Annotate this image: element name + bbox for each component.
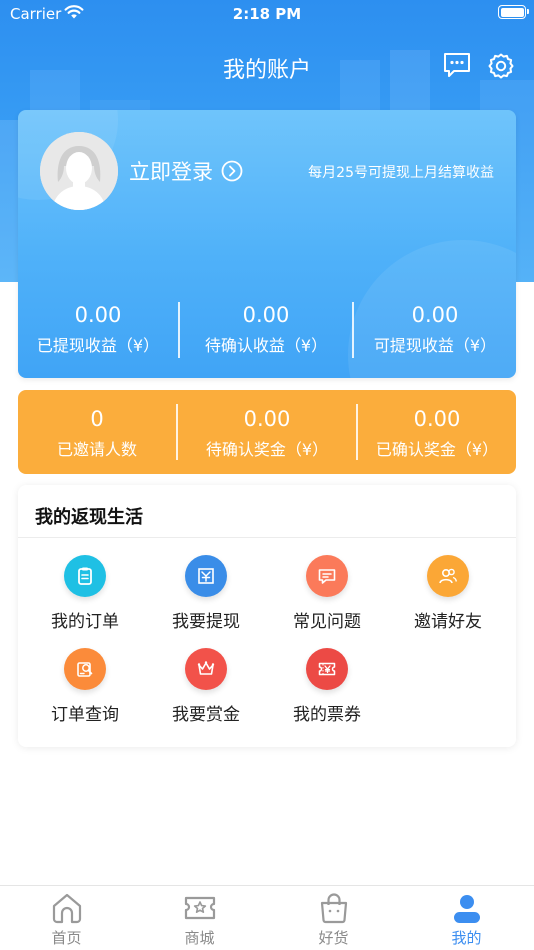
invite-card: 0 已邀请人数 0.00 待确认奖金（¥） 0.00 已确认奖金（¥）: [18, 390, 516, 474]
login-button[interactable]: 立即登录: [129, 156, 243, 186]
order-icon: [64, 555, 106, 597]
tab-mall[interactable]: 商城: [133, 886, 266, 950]
login-label: 立即登录: [129, 160, 213, 184]
tab-home[interactable]: 首页: [0, 886, 133, 950]
stat-value: 0.00: [243, 407, 291, 431]
withdraw-button[interactable]: 我要提现: [146, 555, 266, 632]
withdrawable-earnings[interactable]: 0.00 可提现收益（¥）: [354, 302, 516, 356]
gear-icon[interactable]: [487, 52, 515, 80]
invite-friends-button[interactable]: 邀请好友: [388, 555, 508, 632]
faq-button[interactable]: 常见问题: [267, 555, 387, 632]
stat-label: 已提现收益（¥）: [36, 336, 160, 355]
pending-earnings[interactable]: 0.00 待确认收益（¥）: [180, 302, 352, 356]
tab-label: 好货: [318, 929, 349, 947]
tab-bar: 首页 商城 好货 我的: [0, 885, 534, 950]
stat-value: 0.00: [413, 407, 461, 431]
stat-label: 待确认收益（¥）: [204, 336, 328, 355]
stat-value: 0.00: [242, 303, 290, 327]
my-tickets-button[interactable]: 我的票券: [267, 648, 387, 725]
stat-label: 待确认奖金（¥）: [205, 440, 329, 459]
withdrawn-earnings[interactable]: 0.00 已提现收益（¥）: [18, 302, 178, 356]
grid-label: 邀请好友: [414, 612, 482, 632]
tab-label: 商城: [184, 929, 215, 947]
invited-count[interactable]: 0 已邀请人数: [18, 406, 176, 460]
ticket-icon: [306, 648, 348, 690]
chevron-right-circle-icon: [221, 160, 243, 182]
withdraw-note: 每月25号可提现上月结算收益: [308, 165, 494, 181]
divider: [18, 537, 516, 538]
tab-label: 首页: [51, 929, 82, 947]
faq-icon: [306, 555, 348, 597]
home-icon: [52, 893, 81, 924]
avatar[interactable]: [40, 132, 118, 210]
order-search-icon: [64, 648, 106, 690]
profile-icon: [453, 895, 480, 923]
grid-label: 订单查询: [51, 705, 119, 725]
withdraw-icon: [185, 555, 227, 597]
section-title: 我的返现生活: [35, 507, 143, 528]
earnings-stats: 0.00 已提现收益（¥） 0.00 待确认收益（¥） 0.00 可提现收益（¥…: [18, 302, 516, 358]
stat-label: 可提现收益（¥）: [373, 336, 497, 355]
mall-icon: [184, 896, 215, 920]
status-bar: Carrier 2:18 PM: [0, 0, 534, 30]
clock: 2:18 PM: [232, 5, 302, 23]
reward-button[interactable]: 我要赏金: [146, 648, 266, 725]
grid-label: 我要赏金: [172, 705, 240, 725]
message-icon[interactable]: [443, 52, 471, 78]
grid-label: 常见问题: [293, 612, 361, 632]
account-card: 立即登录 每月25号可提现上月结算收益 0.00 已提现收益（¥） 0.00 待…: [18, 110, 516, 378]
grid-label: 我要提现: [172, 612, 240, 632]
shopping-bag-icon: [320, 893, 347, 924]
stat-value: 0.00: [74, 303, 122, 327]
default-avatar-icon: [40, 132, 118, 210]
invite-friends-icon: [427, 555, 469, 597]
grid-label: 我的订单: [51, 612, 119, 632]
tab-goods[interactable]: 好货: [267, 886, 400, 950]
confirmed-bonus[interactable]: 0.00 已确认奖金（¥）: [358, 406, 516, 460]
stat-value: 0.00: [411, 303, 459, 327]
cashback-life-section: 我的返现生活 我的订单 我要提现 常见问题 邀请好友 订单查询 我要赏金 我的票…: [18, 485, 516, 747]
stat-value: 0: [90, 407, 104, 431]
tab-mine[interactable]: 我的: [400, 886, 533, 950]
stat-label: 已邀请人数: [56, 440, 137, 459]
my-orders-button[interactable]: 我的订单: [25, 555, 145, 632]
grid-label: 我的票券: [293, 705, 361, 725]
stat-label: 已确认奖金（¥）: [375, 440, 499, 459]
order-search-button[interactable]: 订单查询: [25, 648, 145, 725]
reward-icon: [185, 648, 227, 690]
battery-icon: [498, 5, 529, 19]
tab-label: 我的: [451, 929, 482, 947]
pending-bonus[interactable]: 0.00 待确认奖金（¥）: [178, 406, 356, 460]
